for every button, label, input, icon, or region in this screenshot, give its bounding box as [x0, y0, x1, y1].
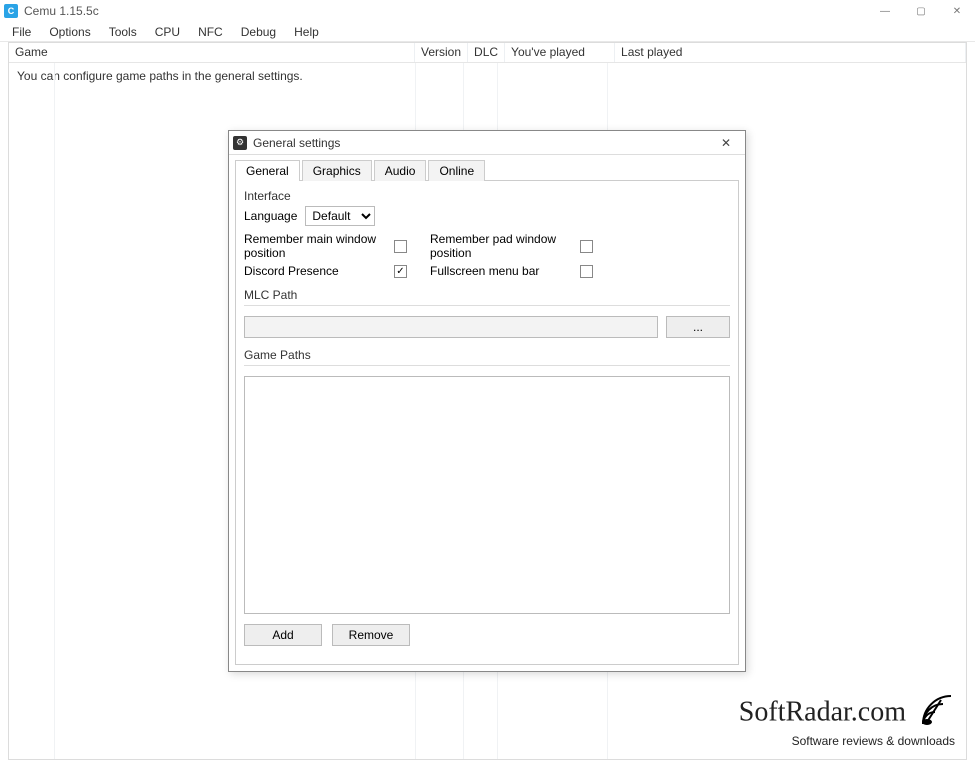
- app-icon: C: [4, 4, 18, 18]
- interface-group: Language Default Remember main window po…: [244, 206, 730, 278]
- col-version[interactable]: Version: [415, 43, 468, 62]
- gear-icon: ⚙: [233, 136, 247, 150]
- menu-nfc[interactable]: NFC: [190, 23, 231, 41]
- maximize-button[interactable]: ▢: [903, 0, 939, 22]
- mlc-group: ...: [244, 305, 730, 338]
- remember-pad-label: Remember pad window position: [430, 232, 580, 260]
- col-played[interactable]: You've played: [505, 43, 615, 62]
- watermark: SoftRadar.com Software reviews & downloa…: [739, 692, 955, 748]
- remember-pad-checkbox[interactable]: [580, 240, 593, 253]
- menubar: File Options Tools CPU NFC Debug Help: [0, 22, 975, 42]
- tab-general[interactable]: General: [235, 160, 300, 181]
- tab-panel-general: Interface Language Default Remember main…: [235, 180, 739, 665]
- grid-hint: You can configure game paths in the gene…: [9, 63, 966, 89]
- close-button[interactable]: ✕: [939, 0, 975, 22]
- tab-audio[interactable]: Audio: [374, 160, 427, 181]
- col-dlc[interactable]: DLC: [468, 43, 505, 62]
- window-controls: — ▢ ✕: [867, 0, 975, 22]
- dialog-titlebar: ⚙ General settings ✕: [229, 131, 745, 155]
- tab-graphics[interactable]: Graphics: [302, 160, 372, 181]
- fullscreen-menu-checkbox[interactable]: [580, 265, 593, 278]
- radar-icon: [919, 692, 955, 736]
- remember-main-label: Remember main window position: [244, 232, 394, 260]
- general-settings-dialog: ⚙ General settings ✕ General Graphics Au…: [228, 130, 746, 672]
- mlc-path-input[interactable]: [244, 316, 658, 338]
- language-select[interactable]: Default: [305, 206, 375, 226]
- mlc-browse-button[interactable]: ...: [666, 316, 730, 338]
- interface-legend: Interface: [244, 189, 730, 203]
- tabs: General Graphics Audio Online: [229, 155, 745, 180]
- grid-header: Game Version DLC You've played Last play…: [9, 43, 966, 63]
- menu-options[interactable]: Options: [41, 23, 98, 41]
- col-last[interactable]: Last played: [615, 43, 966, 62]
- gamepaths-group: Add Remove: [244, 365, 730, 646]
- remove-button[interactable]: Remove: [332, 624, 410, 646]
- menu-file[interactable]: File: [4, 23, 39, 41]
- add-button[interactable]: Add: [244, 624, 322, 646]
- menu-help[interactable]: Help: [286, 23, 327, 41]
- remember-main-checkbox[interactable]: [394, 240, 407, 253]
- language-label: Language: [244, 209, 297, 223]
- dialog-title: General settings: [253, 136, 340, 150]
- titlebar: C Cemu 1.15.5c — ▢ ✕: [0, 0, 975, 22]
- menu-debug[interactable]: Debug: [233, 23, 284, 41]
- watermark-tagline: Software reviews & downloads: [739, 734, 955, 748]
- gamepaths-list[interactable]: [244, 376, 730, 614]
- menu-cpu[interactable]: CPU: [147, 23, 188, 41]
- menu-tools[interactable]: Tools: [101, 23, 145, 41]
- fullscreen-menu-label: Fullscreen menu bar: [430, 264, 580, 278]
- col-game[interactable]: Game: [9, 43, 415, 62]
- gamepaths-legend: Game Paths: [244, 348, 730, 362]
- minimize-button[interactable]: —: [867, 0, 903, 22]
- dialog-close-button[interactable]: ✕: [711, 133, 741, 153]
- app-title: Cemu 1.15.5c: [24, 4, 99, 18]
- discord-checkbox[interactable]: ✓: [394, 265, 407, 278]
- discord-label: Discord Presence: [244, 264, 394, 278]
- watermark-brand: SoftRadar.com: [739, 696, 906, 727]
- mlc-legend: MLC Path: [244, 288, 730, 302]
- tab-online[interactable]: Online: [428, 160, 485, 181]
